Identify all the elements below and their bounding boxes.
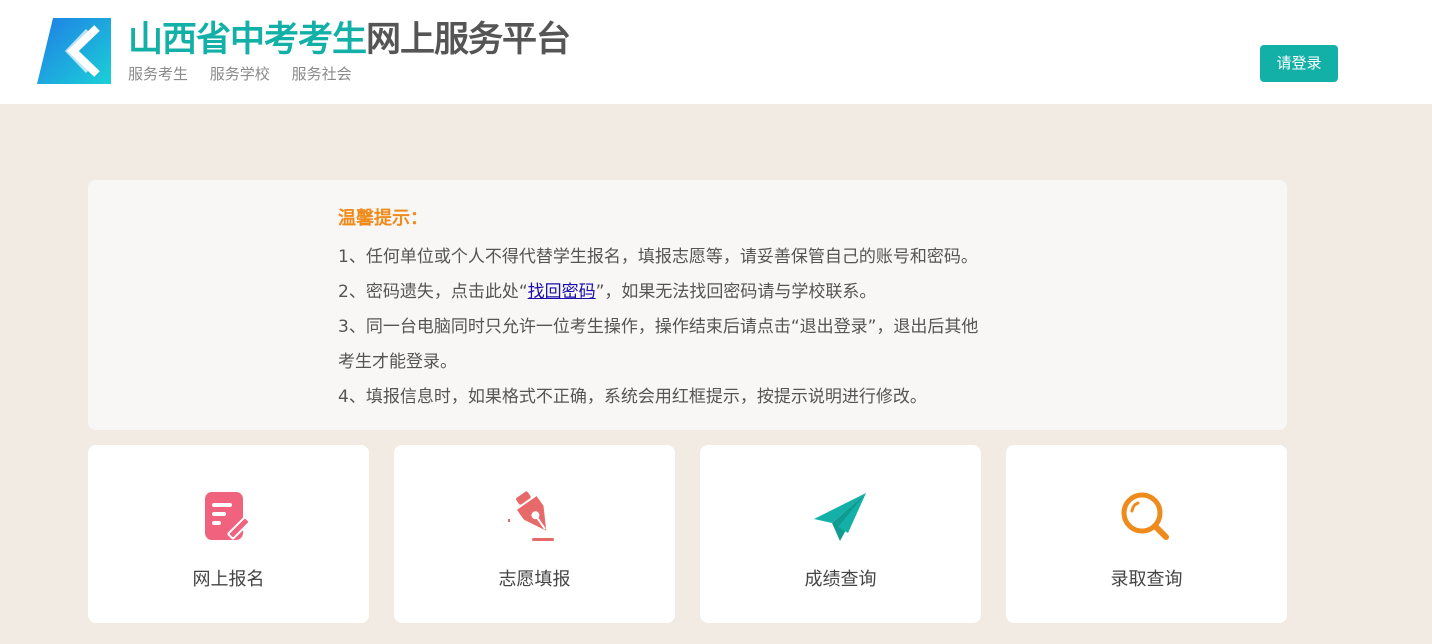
paper-plane-icon <box>814 493 866 541</box>
notice-item-3-continued: 考生才能登录。 <box>338 352 457 372</box>
card-label: 网上报名 <box>192 569 265 590</box>
notice-panel: 温馨提示： 1、任何单位或个人不得代替学生报名，填报志愿等，请妥善保管自己的账号… <box>88 180 1287 430</box>
card-label: 录取查询 <box>1110 569 1183 590</box>
subtitle-item: 服务社会 <box>291 65 352 83</box>
notice-item-2-suffix: ”，如果无法找回密码请与学校联系。 <box>595 282 877 302</box>
card-label: 志愿填报 <box>498 569 571 590</box>
header: 山西省中考考生网上服务平台 服务考生 服务学校 服务社会 请登录 <box>0 0 1432 104</box>
logo-icon <box>37 18 111 84</box>
pen-nib-icon <box>508 491 554 541</box>
login-button[interactable]: 请登录 <box>1260 45 1338 82</box>
edit-form-icon <box>205 492 251 540</box>
card-volunteer-filling[interactable]: 志愿填报 <box>394 445 675 623</box>
notice-title: 温馨提示： <box>338 208 428 229</box>
site-title-part1: 山西省中考考生 <box>128 20 367 60</box>
site-title-part2: 网上服务平台 <box>366 20 571 60</box>
recover-password-link[interactable]: 找回密码 <box>528 282 596 302</box>
service-cards: 网上报名 志愿填报 成绩查询 录取查询 <box>88 445 1287 623</box>
search-icon <box>1121 492 1169 540</box>
notice-item-1: 1、任何单位或个人不得代替学生报名，填报志愿等，请妥善保管自己的账号和密码。 <box>338 247 978 267</box>
subtitle-item: 服务学校 <box>209 65 270 83</box>
site-subtitle: 服务考生 服务学校 服务社会 <box>128 63 369 84</box>
card-online-registration[interactable]: 网上报名 <box>88 445 369 623</box>
card-score-query[interactable]: 成绩查询 <box>700 445 981 623</box>
notice-body: 1、任何单位或个人不得代替学生报名，填报志愿等，请妥善保管自己的账号和密码。 2… <box>338 240 1038 415</box>
card-label: 成绩查询 <box>804 569 877 590</box>
card-admission-query[interactable]: 录取查询 <box>1006 445 1287 623</box>
notice-item-2: 2、密码遗失，点击此处“找回密码”，如果无法找回密码请与学校联系。 <box>338 275 1038 310</box>
subtitle-item: 服务考生 <box>128 65 189 83</box>
notice-item-3: 3、同一台电脑同时只允许一位考生操作，操作结束后请点击“退出登录”，退出后其他 <box>338 317 979 337</box>
site-title: 山西省中考考生网上服务平台 <box>128 18 571 62</box>
notice-item-2-prefix: 2、密码遗失，点击此处“ <box>338 282 528 302</box>
notice-item-4: 4、填报信息时，如果格式不正确，系统会用红框提示，按提示说明进行修改。 <box>338 387 927 407</box>
